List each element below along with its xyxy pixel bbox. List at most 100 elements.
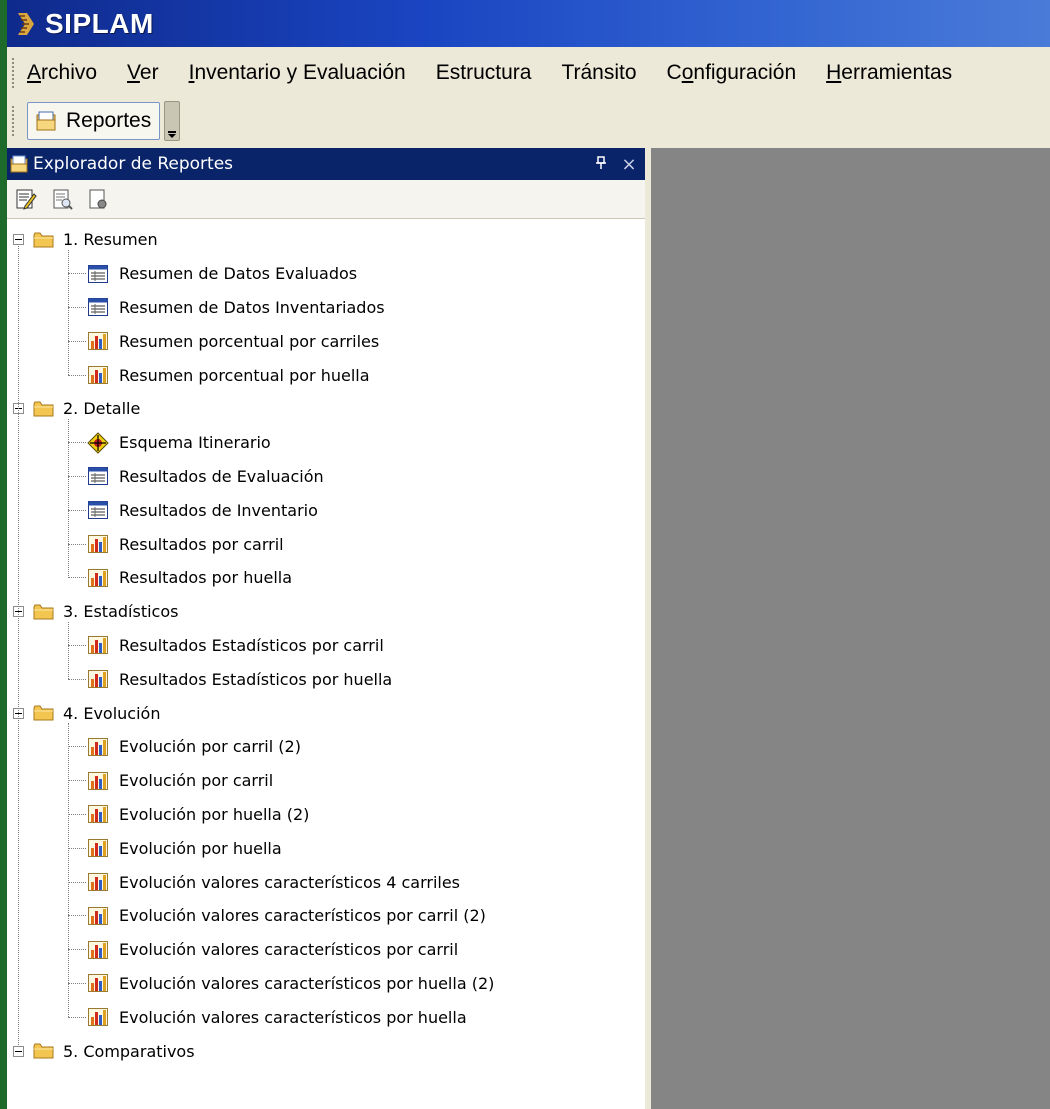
menu-item-accelerator: V bbox=[127, 61, 140, 84]
tree-branch-line bbox=[68, 621, 69, 680]
print-report-icon[interactable] bbox=[87, 188, 109, 210]
collapse-toggle-icon[interactable] bbox=[13, 1045, 24, 1057]
toolbar-grip[interactable] bbox=[11, 105, 15, 137]
chart-report-icon bbox=[88, 974, 108, 993]
menu-item[interactable]: Tránsito bbox=[561, 61, 636, 85]
tree-category-label: 5. Comparativos bbox=[63, 1041, 195, 1061]
menu-item[interactable]: Estructura bbox=[436, 61, 532, 85]
tree-branch-line bbox=[68, 723, 69, 1018]
menu-item-text: er bbox=[139, 61, 159, 84]
app-logo-icon bbox=[18, 12, 34, 35]
tree-report-item[interactable]: Evolución valores característicos por ca… bbox=[7, 933, 645, 967]
chart-report-icon bbox=[88, 670, 108, 689]
chart-report-icon bbox=[88, 366, 108, 385]
tree-connector bbox=[68, 949, 86, 951]
tree-report-item[interactable]: Resumen porcentual por huella bbox=[7, 358, 645, 392]
tree-report-item[interactable]: Resumen porcentual por carriles bbox=[7, 324, 645, 358]
tree-report-item[interactable]: Resultados por carril bbox=[7, 527, 645, 561]
report-explorer-panel: Explorador de Reportes × 1. Resumen Resu… bbox=[7, 148, 645, 1109]
preview-report-icon[interactable] bbox=[51, 188, 73, 210]
tree-report-label: Resumen porcentual por huella bbox=[119, 365, 370, 385]
tree-report-item[interactable]: Resultados por huella bbox=[7, 561, 645, 595]
chart-report-icon bbox=[88, 535, 108, 554]
tree-report-item[interactable]: Resultados Estadísticos por carril bbox=[7, 629, 645, 663]
menu-item[interactable]: Herramientas bbox=[826, 61, 952, 85]
menu-item-text: nventario y Evaluación bbox=[194, 61, 406, 84]
tree-report-label: Resultados Estadísticos por huella bbox=[119, 669, 393, 689]
tree-category[interactable]: 1. Resumen bbox=[7, 223, 645, 257]
tree-report-item[interactable]: Resultados Estadísticos por huella bbox=[7, 662, 645, 696]
collapse-toggle-icon[interactable] bbox=[13, 234, 24, 246]
tree-connector bbox=[68, 340, 86, 342]
tree-category[interactable]: 4. Evolución bbox=[7, 696, 645, 730]
tree-connector bbox=[68, 678, 86, 680]
table-report-icon bbox=[88, 501, 108, 520]
tree-connector bbox=[68, 273, 86, 275]
chart-report-icon bbox=[88, 737, 108, 756]
table-report-icon bbox=[88, 298, 108, 317]
close-icon[interactable]: × bbox=[619, 154, 639, 175]
tree-branch-line bbox=[68, 418, 69, 578]
tree-report-label: Resultados de Inventario bbox=[119, 500, 318, 520]
tree-connector bbox=[68, 543, 86, 545]
chart-report-icon bbox=[88, 940, 108, 959]
menu-item-text: rchivo bbox=[41, 61, 98, 84]
reportes-button[interactable]: Reportes bbox=[27, 102, 161, 140]
menubar-grip[interactable] bbox=[11, 57, 15, 89]
report-workspace bbox=[651, 148, 1050, 1109]
tree-report-label: Evolución valores característicos por hu… bbox=[119, 1007, 467, 1027]
panel-toolbar bbox=[7, 180, 645, 219]
tree-report-item[interactable]: Esquema Itinerario bbox=[7, 426, 645, 460]
chart-report-icon bbox=[88, 1008, 108, 1027]
chart-report-icon bbox=[88, 332, 108, 351]
chart-report-icon bbox=[88, 839, 108, 858]
tree-report-label: Evolución valores característicos 4 carr… bbox=[119, 872, 461, 892]
pin-icon[interactable] bbox=[591, 155, 611, 174]
chart-report-icon bbox=[88, 805, 108, 824]
toolbar-overflow-chevron[interactable] bbox=[164, 101, 181, 141]
panel-header: Explorador de Reportes × bbox=[7, 148, 645, 180]
chart-report-icon bbox=[88, 636, 108, 655]
tree-report-label: Esquema Itinerario bbox=[119, 433, 271, 453]
tree-branch-line bbox=[68, 249, 69, 376]
menu-item-accelerator: H bbox=[826, 61, 842, 84]
tree-report-item[interactable]: Resumen de Datos Evaluados bbox=[7, 257, 645, 291]
menu-item-accelerator: A bbox=[27, 61, 42, 84]
chart-report-icon bbox=[88, 771, 108, 790]
table-report-icon bbox=[88, 467, 108, 486]
edit-report-icon[interactable] bbox=[15, 188, 37, 210]
tree-report-item[interactable]: Resultados de Evaluación bbox=[7, 460, 645, 494]
tree-report-item[interactable]: Evolución por huella (2) bbox=[7, 798, 645, 832]
tree-report-item[interactable]: Evolución por carril (2) bbox=[7, 730, 645, 764]
tree-category-label: 3. Estadísticos bbox=[63, 602, 179, 622]
tree-category[interactable]: 3. Estadísticos bbox=[7, 595, 645, 629]
window-title: SIPLAM bbox=[45, 7, 154, 39]
menu-item[interactable]: Configuración bbox=[667, 61, 797, 85]
tree-report-item[interactable]: Evolución valores característicos por hu… bbox=[7, 1000, 645, 1034]
tree-report-item[interactable]: Evolución por carril bbox=[7, 764, 645, 798]
tree-report-item[interactable]: Evolución valores característicos por ca… bbox=[7, 899, 645, 933]
tree-report-item[interactable]: Evolución por huella bbox=[7, 831, 645, 865]
diagram-report-icon bbox=[87, 431, 109, 454]
tree-report-item[interactable]: Evolución valores característicos 4 carr… bbox=[7, 865, 645, 899]
tree-report-label: Resultados Estadísticos por carril bbox=[119, 635, 384, 655]
tree-connector bbox=[68, 1016, 86, 1018]
tree-report-item[interactable]: Resultados de Inventario bbox=[7, 493, 645, 527]
tree-connector bbox=[68, 577, 86, 579]
menu-item[interactable]: Inventario y Evaluación bbox=[189, 61, 406, 85]
menu-bar: Archivo Ver Inventario y Evaluación Estruct… bbox=[7, 50, 1050, 96]
menu-item[interactable]: Ver bbox=[127, 61, 159, 85]
tree-report-item[interactable]: Resumen de Datos Inventariados bbox=[7, 291, 645, 325]
tree-connector bbox=[68, 509, 86, 511]
app-window: SIPLAM Archivo Ver Inventario y Evaluación… bbox=[7, 0, 1050, 1109]
tree-report-label: Resumen de Datos Inventariados bbox=[119, 297, 385, 317]
menu-item[interactable]: Archivo bbox=[27, 61, 97, 85]
tree-category[interactable]: 2. Detalle bbox=[7, 392, 645, 426]
tree-report-label: Evolución por huella (2) bbox=[119, 804, 310, 824]
tree-category[interactable]: 5. Comparativos bbox=[7, 1034, 645, 1068]
tree-connector bbox=[68, 644, 86, 646]
tree-report-item[interactable]: Evolución valores característicos por hu… bbox=[7, 967, 645, 1001]
folder-icon bbox=[33, 1043, 54, 1059]
title-bar: SIPLAM bbox=[7, 0, 1050, 47]
reportes-button-label: Reportes bbox=[66, 109, 152, 132]
